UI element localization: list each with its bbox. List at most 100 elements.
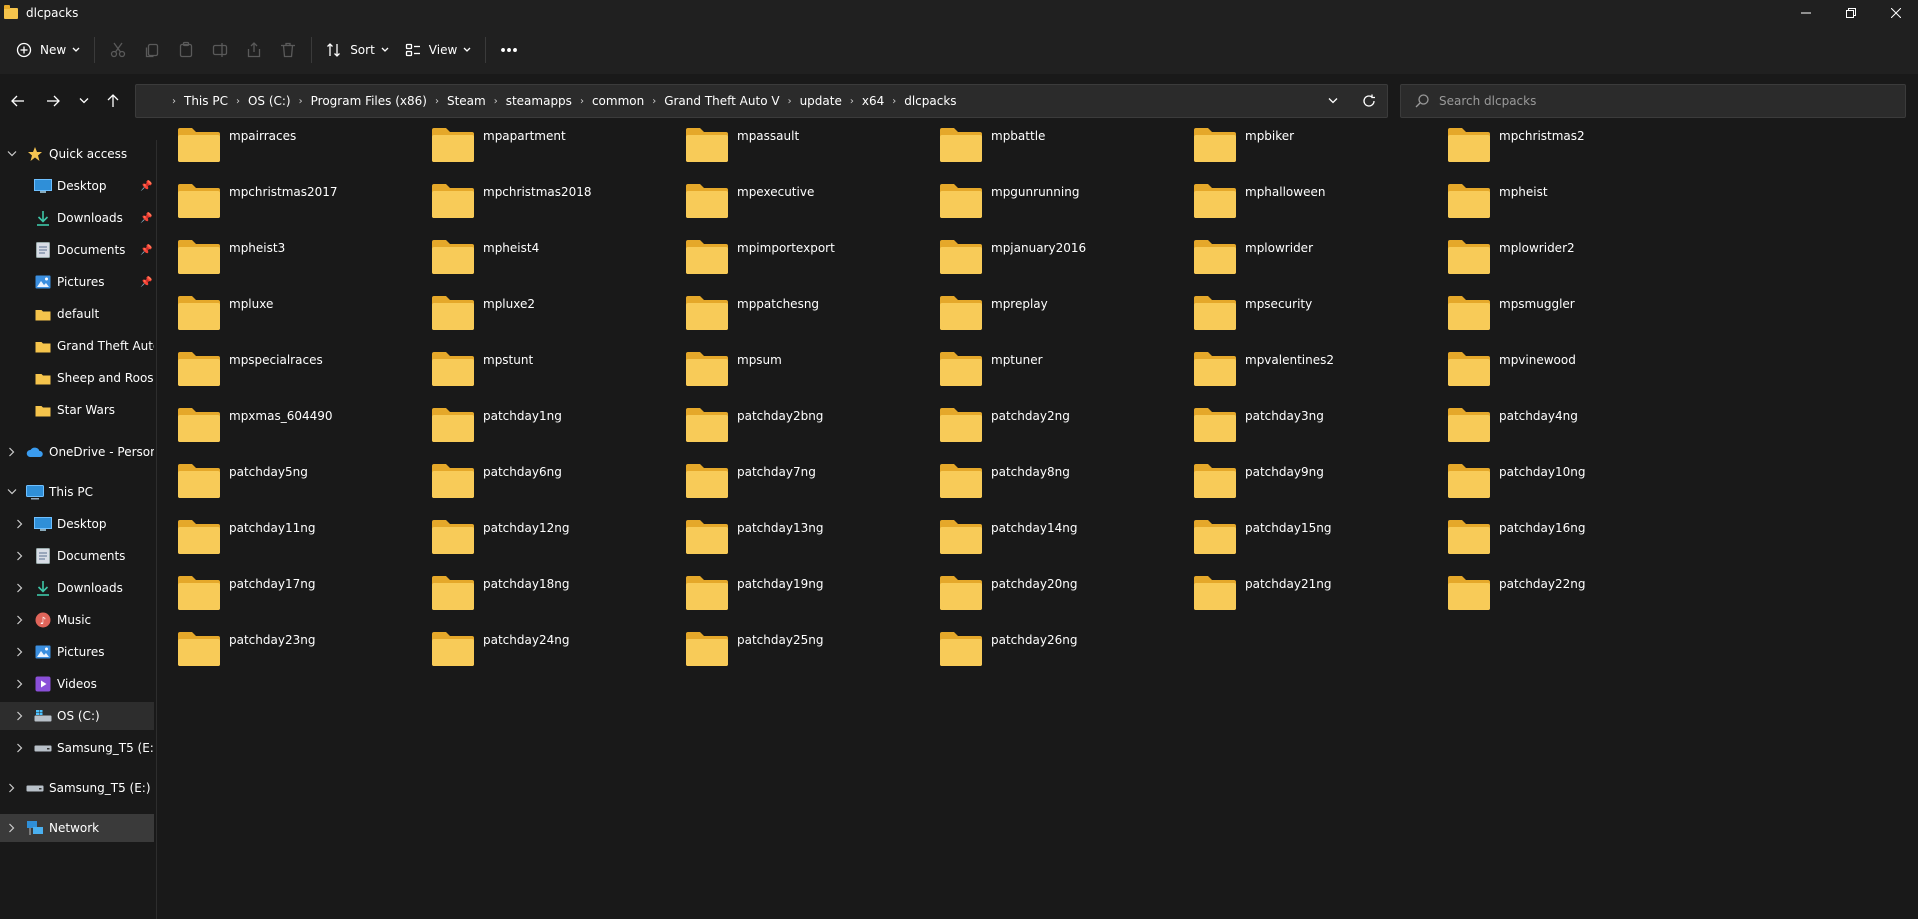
folder-item[interactable]: patchday25ng: [665, 612, 915, 668]
folder-item[interactable]: patchday1ng: [411, 388, 661, 444]
chevron-right-icon[interactable]: [6, 447, 18, 457]
new-button[interactable]: New: [8, 34, 88, 66]
folder-item[interactable]: mphalloween: [1173, 164, 1423, 220]
refresh-button[interactable]: [1351, 94, 1387, 108]
folder-item[interactable]: mpheist3: [157, 220, 407, 276]
sidebar-item-pc-videos[interactable]: Videos: [0, 670, 154, 698]
folder-item[interactable]: patchday5ng: [157, 444, 407, 500]
chevron-right-icon[interactable]: [14, 519, 26, 529]
breadcrumb-program-files[interactable]: Program Files (x86): [311, 94, 427, 108]
folder-item[interactable]: mpbattle: [919, 108, 1169, 164]
minimize-button[interactable]: [1783, 0, 1828, 26]
chevron-right-icon[interactable]: ›: [435, 96, 439, 107]
recent-locations-button[interactable]: [71, 88, 97, 114]
up-button[interactable]: [100, 88, 126, 114]
folder-item[interactable]: mpvalentines2: [1173, 332, 1423, 388]
delete-button[interactable]: [271, 34, 305, 66]
folder-item[interactable]: mpreplay: [919, 276, 1169, 332]
folder-item[interactable]: patchday8ng: [919, 444, 1169, 500]
folder-item[interactable]: patchday21ng: [1173, 556, 1423, 612]
chevron-right-icon[interactable]: [14, 551, 26, 561]
chevron-down-icon[interactable]: [6, 488, 18, 496]
folder-item[interactable]: mpchristmas2: [1427, 108, 1677, 164]
paste-button[interactable]: [169, 34, 203, 66]
folder-item[interactable]: mpapartment: [411, 108, 661, 164]
chevron-right-icon[interactable]: ›: [299, 96, 303, 107]
folder-item[interactable]: patchday20ng: [919, 556, 1169, 612]
sidebar-item-pc-music[interactable]: ♪ Music: [0, 606, 154, 634]
folder-item[interactable]: mpluxe: [157, 276, 407, 332]
folder-item[interactable]: patchday3ng: [1173, 388, 1423, 444]
breadcrumb-update[interactable]: update: [800, 94, 842, 108]
folder-item[interactable]: patchday9ng: [1173, 444, 1423, 500]
more-options-button[interactable]: [492, 34, 526, 66]
breadcrumb-gta-v[interactable]: Grand Theft Auto V: [664, 94, 779, 108]
folder-item[interactable]: mpheist: [1427, 164, 1677, 220]
breadcrumb-steam[interactable]: Steam: [447, 94, 486, 108]
folder-item[interactable]: mptuner: [919, 332, 1169, 388]
folder-item[interactable]: mpstunt: [411, 332, 661, 388]
breadcrumb-os-c[interactable]: OS (C:): [248, 94, 291, 108]
folder-item[interactable]: mpchristmas2017: [157, 164, 407, 220]
sidebar-item-quick-access[interactable]: Quick access: [0, 140, 154, 168]
breadcrumb-x64[interactable]: x64: [862, 94, 884, 108]
folder-item[interactable]: patchday18ng: [411, 556, 661, 612]
chevron-right-icon[interactable]: ›: [580, 96, 584, 107]
folder-item[interactable]: patchday4ng: [1427, 388, 1677, 444]
sidebar-item-sheep-and-roos[interactable]: Sheep and Roos m: [0, 364, 154, 392]
sidebar-item-pc-os-c[interactable]: OS (C:): [0, 702, 154, 730]
folder-item[interactable]: patchday24ng: [411, 612, 661, 668]
chevron-right-icon[interactable]: [6, 783, 18, 793]
folder-item[interactable]: mpjanuary2016: [919, 220, 1169, 276]
view-button[interactable]: View: [397, 34, 479, 66]
chevron-right-icon[interactable]: ›: [494, 96, 498, 107]
sidebar-item-pc-downloads[interactable]: Downloads: [0, 574, 154, 602]
chevron-right-icon[interactable]: ›: [788, 96, 792, 107]
cut-button[interactable]: [101, 34, 135, 66]
sidebar-item-pc-documents[interactable]: Documents: [0, 542, 154, 570]
folder-item[interactable]: patchday17ng: [157, 556, 407, 612]
sidebar-item-this-pc[interactable]: This PC: [0, 478, 154, 506]
folder-item[interactable]: mplowrider: [1173, 220, 1423, 276]
folder-item[interactable]: mpheist4: [411, 220, 661, 276]
search-input[interactable]: [1439, 94, 1879, 108]
folder-item[interactable]: patchday12ng: [411, 500, 661, 556]
sidebar-item-default[interactable]: default: [0, 300, 154, 328]
sidebar-item-pictures-pinned[interactable]: Pictures 📌: [0, 268, 154, 296]
chevron-down-icon[interactable]: [6, 150, 18, 158]
chevron-right-icon[interactable]: [6, 823, 18, 833]
chevron-right-icon[interactable]: [14, 711, 26, 721]
folder-item[interactable]: mplowrider2: [1427, 220, 1677, 276]
folder-item[interactable]: mpexecutive: [665, 164, 915, 220]
folder-item[interactable]: mpluxe2: [411, 276, 661, 332]
folder-item[interactable]: mpbiker: [1173, 108, 1423, 164]
folder-item[interactable]: mpgunrunning: [919, 164, 1169, 220]
sidebar-item-pc-pictures[interactable]: Pictures: [0, 638, 154, 666]
sidebar-item-samsung-drive[interactable]: Samsung_T5 (E:): [0, 774, 154, 802]
sidebar-item-gta-v[interactable]: Grand Theft Auto V: [0, 332, 154, 360]
chevron-right-icon[interactable]: ›: [892, 96, 896, 107]
folder-item[interactable]: patchday15ng: [1173, 500, 1423, 556]
breadcrumb-dlcpacks[interactable]: dlcpacks: [904, 94, 956, 108]
address-history-button[interactable]: [1315, 97, 1351, 105]
sort-button[interactable]: Sort: [318, 34, 397, 66]
folder-item[interactable]: mppatchesng: [665, 276, 915, 332]
folder-item[interactable]: mpassault: [665, 108, 915, 164]
chevron-right-icon[interactable]: [14, 583, 26, 593]
folder-item[interactable]: mpsum: [665, 332, 915, 388]
sidebar-item-pc-samsung[interactable]: Samsung_T5 (E:): [0, 734, 154, 762]
close-button[interactable]: [1873, 0, 1918, 26]
sidebar-item-documents-pinned[interactable]: Documents 📌: [0, 236, 154, 264]
chevron-right-icon[interactable]: ›: [850, 96, 854, 107]
folder-item[interactable]: patchday2bng: [665, 388, 915, 444]
folder-item[interactable]: patchday16ng: [1427, 500, 1677, 556]
sidebar-item-downloads-pinned[interactable]: Downloads 📌: [0, 204, 154, 232]
folder-item[interactable]: mpvinewood: [1427, 332, 1677, 388]
sidebar-item-network[interactable]: Network: [0, 814, 154, 842]
rename-button[interactable]: [203, 34, 237, 66]
copy-button[interactable]: [135, 34, 169, 66]
breadcrumb-this-pc[interactable]: This PC: [184, 94, 228, 108]
sidebar-item-pc-desktop[interactable]: Desktop: [0, 510, 154, 538]
back-button[interactable]: [5, 88, 31, 114]
forward-button[interactable]: [40, 88, 66, 114]
